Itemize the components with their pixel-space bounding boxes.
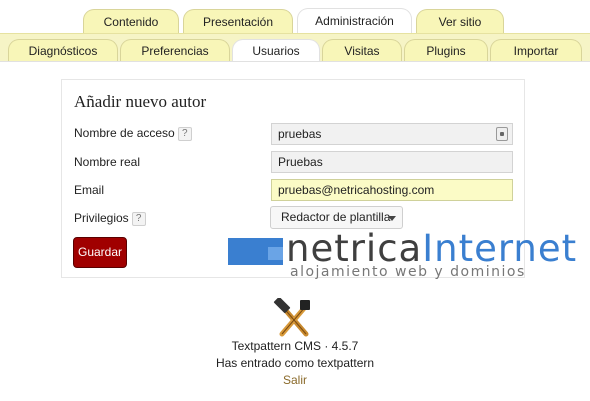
email-field[interactable]: pruebas@netricahosting.com xyxy=(271,179,513,201)
logout-link[interactable]: Salir xyxy=(283,373,307,387)
username-label: Nombre de acceso? xyxy=(74,126,192,141)
tab-contenido[interactable]: Contenido xyxy=(83,9,179,33)
tab-visitas[interactable]: Visitas xyxy=(322,39,402,62)
logged-in-status: Has entrado como textpattern xyxy=(215,356,375,370)
tab-ver-sitio[interactable]: Ver sitio xyxy=(416,9,504,33)
tab-plugins[interactable]: Plugins xyxy=(404,39,488,62)
subtab-divider xyxy=(0,61,590,62)
privileges-help-icon[interactable]: ? xyxy=(131,212,146,226)
privileges-select[interactable]: Redactor de plantilla xyxy=(270,206,403,229)
brand-watermark: netricaInternet alojamiento web y domini… xyxy=(228,227,576,289)
realname-value: Pruebas xyxy=(278,155,323,169)
brand-tagline: alojamiento web y dominios xyxy=(290,264,526,280)
tab-importar[interactable]: Importar xyxy=(490,39,582,62)
username-value: pruebas xyxy=(278,127,322,141)
email-label: Email xyxy=(74,183,105,197)
realname-field[interactable]: Pruebas xyxy=(271,151,513,173)
tab-usuarios[interactable]: Usuarios xyxy=(232,39,320,62)
tab-presentacion[interactable]: Presentación xyxy=(183,9,293,33)
username-help-icon[interactable]: ? xyxy=(177,127,192,141)
tab-diagnosticos[interactable]: Diagnósticos xyxy=(8,39,118,62)
privileges-value: Redactor de plantilla xyxy=(281,210,391,224)
save-button[interactable]: Guardar xyxy=(73,237,127,268)
chevron-down-icon xyxy=(388,216,396,221)
username-label-text: Nombre de acceso xyxy=(74,126,175,140)
panel-title: Añadir nuevo autor xyxy=(74,92,207,111)
cms-version: Textpattern CMS · 4.5.7 xyxy=(231,339,359,353)
email-value: pruebas@netricahosting.com xyxy=(278,183,435,197)
realname-label: Nombre real xyxy=(74,155,141,169)
textpattern-logo-icon xyxy=(273,298,310,337)
autofill-key-icon[interactable] xyxy=(496,127,508,141)
tab-administracion[interactable]: Administración xyxy=(297,8,412,34)
brand-logo-mark-accent xyxy=(268,247,283,260)
tab-preferencias[interactable]: Preferencias xyxy=(120,39,230,62)
username-field[interactable]: pruebas xyxy=(271,123,513,145)
privileges-label: Privilegios? xyxy=(74,211,146,226)
logout-row: Salir xyxy=(0,373,590,387)
privileges-label-text: Privilegios xyxy=(74,211,129,225)
